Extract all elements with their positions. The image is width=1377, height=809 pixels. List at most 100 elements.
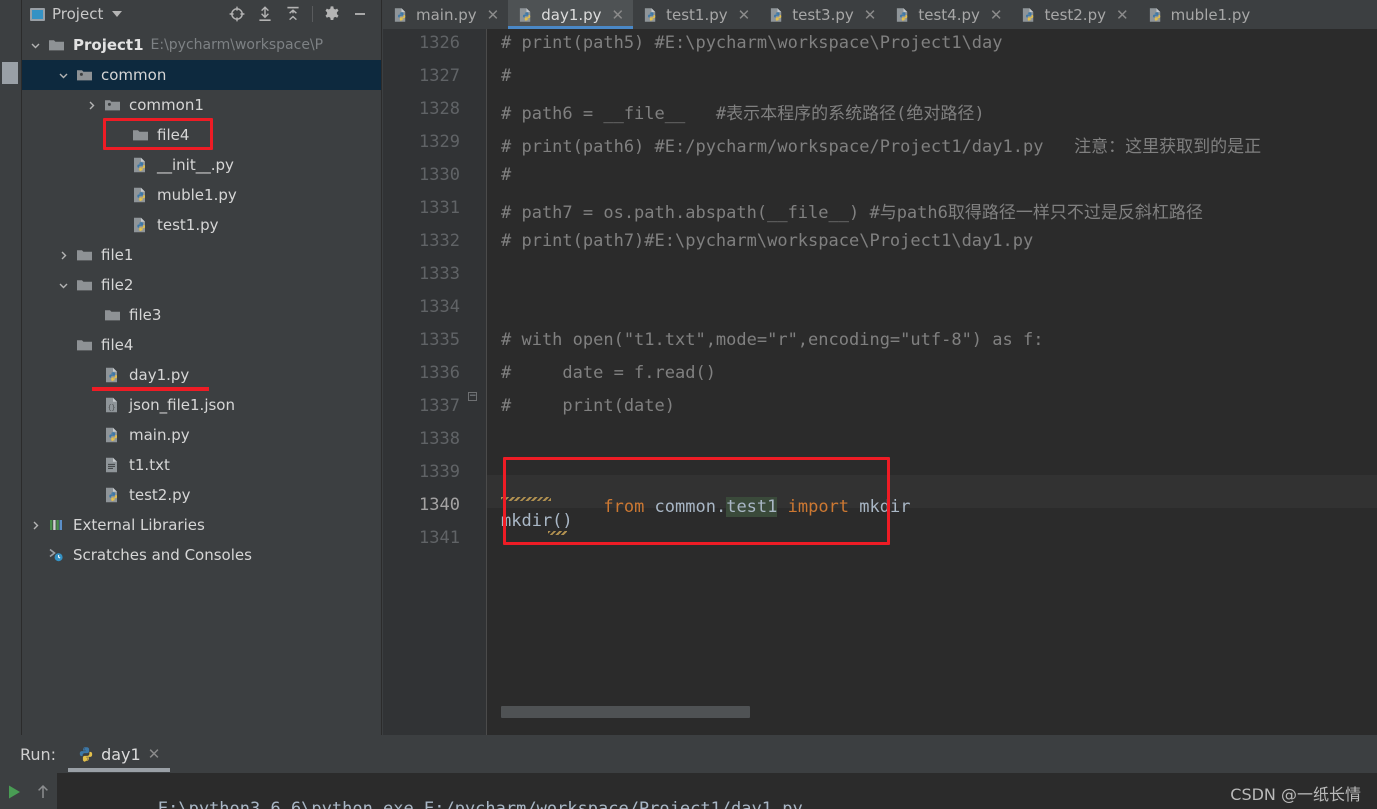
tree-row-label: file4 <box>157 126 190 144</box>
editor-tab-label: test2.py <box>1044 5 1106 24</box>
editor-tab-test1-py[interactable]: test1.py ✕ <box>633 0 759 29</box>
line-number: 1335 <box>419 330 460 350</box>
python-file-icon <box>79 747 93 762</box>
tree-row-file2[interactable]: file2 <box>22 270 381 300</box>
python-file-icon <box>106 427 118 443</box>
tree-row-common[interactable]: common <box>22 60 381 90</box>
chevron-down-icon[interactable] <box>112 11 123 17</box>
module-folder-icon <box>105 100 120 111</box>
tree-row-common1[interactable]: common1 <box>22 90 381 120</box>
json-file-icon: {} <box>106 397 117 413</box>
arrow-up-icon[interactable] <box>29 777 58 807</box>
editor-tab-label: day1.py <box>541 5 602 24</box>
imported-symbol: mkdir <box>859 497 911 517</box>
locate-target-icon[interactable] <box>228 5 246 23</box>
tree-row-json-file1-json[interactable]: {} json_file1.json <box>22 390 381 420</box>
tree-row-file1[interactable]: file1 <box>22 240 381 270</box>
run-console[interactable]: E:\python3.6.6\python.exe E:/pycharm/wor… <box>58 773 1377 809</box>
tree-row-day1-py[interactable]: day1.py <box>22 360 381 390</box>
collapse-all-icon[interactable] <box>284 5 302 23</box>
close-icon[interactable]: ✕ <box>864 6 877 24</box>
expand-all-icon[interactable] <box>256 5 274 23</box>
gear-icon[interactable] <box>323 5 341 23</box>
chevron-down-icon[interactable] <box>58 280 69 291</box>
tree-row-path: E:\pycharm\workspace\P <box>150 37 324 53</box>
tree-row-label: t1.txt <box>129 456 170 474</box>
tree-row-t1-txt[interactable]: t1.txt <box>22 450 381 480</box>
module-path: common. <box>644 497 727 517</box>
python-file-icon <box>106 487 118 503</box>
libraries-icon <box>50 520 62 530</box>
close-icon[interactable]: ✕ <box>1116 6 1129 24</box>
line-number: 1341 <box>419 528 460 548</box>
editor-horizontal-scrollbar[interactable] <box>501 706 750 718</box>
line-number: 1331 <box>419 198 460 218</box>
close-icon[interactable]: ✕ <box>738 6 751 24</box>
tree-row-file3[interactable]: file3 <box>22 300 381 330</box>
tree-row-label: Project1 <box>73 36 144 54</box>
run-play-icon[interactable] <box>0 777 29 807</box>
chevron-down-icon[interactable] <box>58 70 69 81</box>
tree-row-label: json_file1.json <box>129 396 235 414</box>
editor-gutter[interactable]: 1326 1327 1328 1329 1330 1331 1332 1333 1334 1335… <box>383 29 487 735</box>
editor-tab-label: main.py <box>416 5 477 24</box>
project-panel-header: Project <box>22 0 381 28</box>
folder-icon <box>77 250 92 261</box>
editor-tab-test4-py[interactable]: test4.py ✕ <box>885 0 1011 29</box>
chevron-right-icon[interactable] <box>30 520 41 531</box>
python-file-icon <box>520 7 531 22</box>
tree-row-label: main.py <box>129 426 190 444</box>
close-icon[interactable]: ✕ <box>612 6 625 24</box>
tree-row-label: muble1.py <box>157 186 237 204</box>
tree-row-file4[interactable]: file4 <box>22 330 381 360</box>
chevron-right-icon[interactable] <box>58 250 69 261</box>
project-panel-title-group[interactable]: Project <box>30 5 123 23</box>
tree-row-main-py[interactable]: main.py <box>22 420 381 450</box>
tree-row-scratches-and-consoles[interactable]: Scratches and Consoles <box>22 540 381 570</box>
tree-row--init-py[interactable]: __init__.py <box>22 150 381 180</box>
line-number: 1327 <box>419 66 460 86</box>
editor-tab-day1-py[interactable]: day1.py ✕ <box>508 0 634 29</box>
folder-icon <box>133 130 148 141</box>
chevron-down-icon[interactable] <box>30 40 41 51</box>
line-number: 1330 <box>419 165 460 185</box>
chevron-right-icon[interactable] <box>86 100 97 111</box>
close-icon[interactable]: ✕ <box>148 745 161 763</box>
code-editor[interactable]: 1326 1327 1328 1329 1330 1331 1332 1333 1334 1335… <box>383 29 1377 735</box>
tree-row-file4[interactable]: file4 <box>22 120 381 150</box>
minimize-icon[interactable] <box>351 5 369 23</box>
svg-text:{}: {} <box>108 404 115 411</box>
python-file-icon <box>106 367 118 383</box>
run-tab-day1[interactable]: day1 ✕ <box>68 735 171 773</box>
project-tool-window: Project Project1 E:\pycharm\workspace\P … <box>22 0 382 735</box>
run-tab-label: day1 <box>101 744 141 764</box>
tree-row-project1[interactable]: Project1 E:\pycharm\workspace\P <box>22 30 381 60</box>
left-tool-strip: Project <box>0 0 22 735</box>
tree-row-muble1-py[interactable]: muble1.py <box>22 180 381 210</box>
console-output-line: E:\python3.6.6\python.exe E:/pycharm/wor… <box>157 799 803 809</box>
editor-tab-label: test4.py <box>918 5 980 24</box>
editor-tab-muble1-py[interactable]: muble1.py <box>1138 0 1260 29</box>
editor-tab-main-py[interactable]: main.py ✕ <box>383 0 508 29</box>
run-tool-window: Run: day1 ✕ E:\python3.6.6\python.exe E:… <box>0 735 1377 809</box>
line-number: 1334 <box>419 297 460 317</box>
editor-tab-test3-py[interactable]: test3.py ✕ <box>759 0 885 29</box>
code-fold-marker[interactable]: − <box>468 392 477 401</box>
panel-icon <box>30 7 45 21</box>
close-icon[interactable]: ✕ <box>487 6 500 24</box>
line-number: 1337 <box>419 396 460 416</box>
tree-row-external-libraries[interactable]: External Libraries <box>22 510 381 540</box>
editor-tab-test2-py[interactable]: test2.py ✕ <box>1011 0 1137 29</box>
tree-row-test1-py[interactable]: test1.py <box>22 210 381 240</box>
folder-icon <box>77 340 92 351</box>
tree-row-label: __init__.py <box>157 156 234 174</box>
python-file-icon <box>897 7 908 22</box>
tree-row-test2-py[interactable]: test2.py <box>22 480 381 510</box>
python-file-icon <box>1149 7 1160 22</box>
close-icon[interactable]: ✕ <box>990 6 1003 24</box>
line-number: 1338 <box>419 429 460 449</box>
